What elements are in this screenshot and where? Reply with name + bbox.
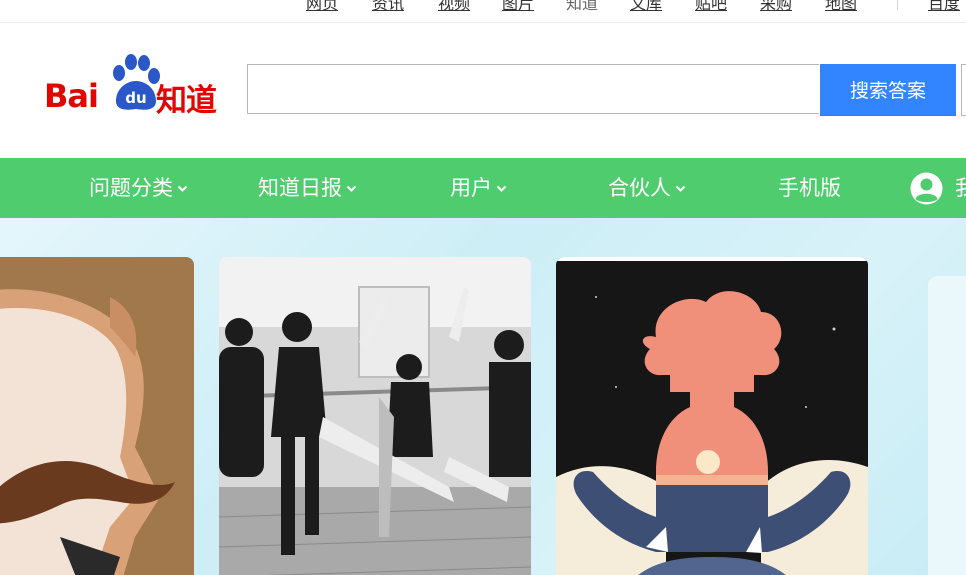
topnav-link-caigou[interactable]: 采购 (760, 0, 792, 14)
logo-bai-text: Bai (44, 77, 99, 115)
nav-item-label: 手机版 (778, 176, 841, 200)
header: Bai du 知道 搜索答案 (0, 23, 966, 158)
search-input[interactable] (247, 64, 819, 114)
nav-item-daily[interactable]: 知道日报 (258, 158, 357, 218)
topnav-link-tieba[interactable]: 贴吧 (695, 0, 727, 14)
topnav-link-wenku[interactable]: 文库 (630, 0, 662, 14)
topnav-link-news[interactable]: 资讯 (372, 0, 404, 14)
top-navigation: 网页 资讯 视频 图片 知道 文库 贴吧 采购 地图 百度 (0, 0, 966, 23)
banner-card[interactable] (219, 257, 531, 575)
ballet-dancers-photo (219, 257, 531, 575)
baidu-zhidao-page: 网页 资讯 视频 图片 知道 文库 贴吧 采购 地图 百度 Bai du 知道 … (0, 0, 966, 575)
nav-item-label: 知道日报 (258, 176, 342, 200)
banner-card[interactable] (0, 257, 194, 575)
topnav-link-more[interactable]: 百度 (928, 0, 960, 14)
topnav-link-video[interactable]: 视频 (438, 0, 470, 14)
chevron-down-icon (675, 185, 686, 192)
ask-question-button-edge[interactable] (961, 64, 966, 116)
nav-item-question-categories[interactable]: 问题分类 (89, 158, 188, 218)
banner-card-partial[interactable] (928, 276, 966, 575)
nav-item-label: 用户 (450, 176, 492, 200)
meditation-silhouette-illustration (556, 257, 868, 575)
mustache-man-illustration (0, 257, 194, 575)
nav-item-label: 问题分类 (89, 176, 173, 200)
chevron-down-icon (177, 185, 188, 192)
topnav-link-web[interactable]: 网页 (306, 0, 338, 14)
banner-card[interactable] (556, 257, 868, 575)
chevron-down-icon (346, 185, 357, 192)
banner-carousel (0, 218, 966, 575)
nav-item-users[interactable]: 用户 (450, 158, 507, 218)
nav-user-label[interactable]: 我 (955, 158, 966, 218)
baidu-zhidao-logo[interactable]: Bai du 知道 (44, 53, 224, 119)
nav-item-mobile[interactable]: 手机版 (778, 158, 841, 218)
search-answer-button[interactable]: 搜索答案 (820, 64, 956, 116)
user-avatar-icon[interactable] (910, 172, 943, 205)
nav-item-label: 合伙人 (608, 176, 671, 200)
logo-du-text: du (125, 89, 146, 107)
topnav-divider (897, 0, 898, 10)
nav-item-partners[interactable]: 合伙人 (608, 158, 686, 218)
topnav-link-map[interactable]: 地图 (825, 0, 857, 14)
topnav-link-images[interactable]: 图片 (502, 0, 534, 14)
chevron-down-icon (496, 185, 507, 192)
category-navigation: 问题分类 知道日报 用户 合伙人 手机版 我 (0, 158, 966, 218)
topnav-link-zhidao: 知道 (566, 0, 599, 13)
logo-zhidao-text: 知道 (156, 83, 217, 119)
